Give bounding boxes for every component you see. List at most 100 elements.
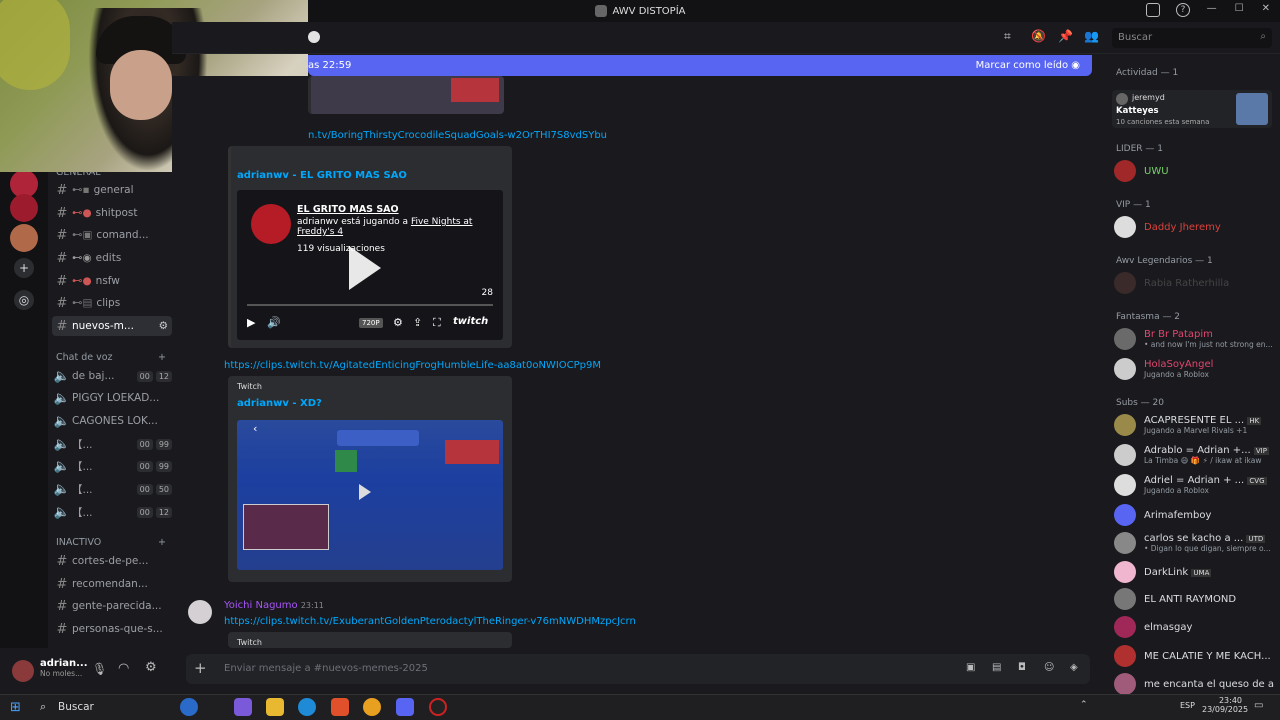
share-icon[interactable]: ⇪ xyxy=(413,316,422,329)
threads-icon[interactable]: ⌗ xyxy=(1004,29,1011,44)
apps-icon[interactable]: ◈ xyxy=(1070,662,1078,673)
language-indicator[interactable]: ESP xyxy=(1180,701,1195,710)
channel-recomendaciones[interactable]: # recomendan... xyxy=(52,574,172,594)
avatar[interactable] xyxy=(188,600,212,624)
clip-link[interactable]: n.tv/BoringThirstyCrocodileSquadGoals-w2… xyxy=(308,130,607,141)
mark-read-button[interactable]: Marcar como leído ◉ xyxy=(976,60,1080,71)
member-item[interactable]: DarkLink UMA xyxy=(1114,559,1274,585)
channel-shitpost[interactable]: # ⊷● shitpost xyxy=(52,203,172,223)
voice-channel[interactable]: 🔈 【... 00 50 xyxy=(52,479,172,499)
explore-icon[interactable]: ◎ xyxy=(14,290,34,310)
member-item[interactable]: Arimafemboy xyxy=(1114,502,1274,528)
speaker-icon: 🔈 xyxy=(53,436,71,452)
windows-start-icon[interactable]: ⊞ xyxy=(10,700,21,715)
add-icon[interactable]: + xyxy=(158,352,166,363)
voice-channel[interactable]: 🔈 CAGONES LOK... xyxy=(52,411,172,431)
add-icon[interactable]: + xyxy=(158,537,166,548)
progress-bar[interactable] xyxy=(247,304,493,306)
video-player[interactable]: EL GRITO MAS SAO adrianwv está jugando a… xyxy=(237,190,503,340)
image-preview[interactable] xyxy=(308,76,504,114)
channel-personas[interactable]: # personas-que-s... xyxy=(52,619,172,639)
play-icon[interactable]: ▶ xyxy=(247,316,255,329)
pin-icon[interactable]: 📌 xyxy=(1058,29,1073,43)
weather-icon[interactable] xyxy=(180,698,198,716)
new-messages-bar[interactable]: as 22:59 Marcar como leído ◉ xyxy=(308,55,1092,76)
member-item[interactable]: elmasgay xyxy=(1114,614,1274,640)
chevron-left-icon[interactable]: ‹ xyxy=(253,422,257,435)
sticker-icon[interactable]: ◘ xyxy=(1018,662,1026,673)
play-icon[interactable] xyxy=(349,246,381,290)
channel-nsfw[interactable]: # ⊷● nsfw xyxy=(52,271,172,291)
voice-channel[interactable]: 🔈 【... 00 12 xyxy=(52,502,172,522)
member-item[interactable]: EL ANTI RAYMOND xyxy=(1114,586,1274,612)
taskbar-search[interactable]: Buscar xyxy=(58,701,94,713)
emoji-icon[interactable]: ☺ xyxy=(1044,662,1054,673)
embed-title[interactable]: adrianwv - EL GRITO MAS SAO xyxy=(237,170,407,181)
minimize-icon[interactable]: — xyxy=(1207,3,1217,14)
member-item[interactable]: carlos se kacho a ... UTD • Digan lo que … xyxy=(1114,530,1274,556)
server-icon[interactable] xyxy=(10,194,38,222)
gif-icon[interactable]: ▤ xyxy=(992,662,1001,673)
voice-channel[interactable]: 🔈 【... 00 99 xyxy=(52,456,172,476)
video-thumbnail[interactable]: ‹ xyxy=(237,420,503,570)
chevron-up-icon[interactable]: ⌃ xyxy=(1080,700,1088,710)
discord-icon[interactable] xyxy=(396,698,414,716)
member-item[interactable]: ME CALATIE Y ME KACH... xyxy=(1114,643,1274,669)
microphone-icon[interactable]: 🎙 xyxy=(92,662,107,676)
server-icon[interactable] xyxy=(10,224,38,252)
play-icon[interactable] xyxy=(359,484,371,500)
member-item[interactable]: HolaSoyAngel Jugando a Roblox xyxy=(1114,356,1274,382)
embed-title[interactable]: adrianwv - XD? xyxy=(237,398,322,409)
add-attachment-icon[interactable]: + xyxy=(194,659,207,677)
gift-icon[interactable]: ▣ xyxy=(966,662,975,673)
activity-card[interactable]: jeremyd Katteyes 10 canciones esta seman… xyxy=(1112,90,1272,128)
member-item[interactable]: Rabia Ratherhilla xyxy=(1114,270,1274,296)
file-explorer-icon[interactable] xyxy=(266,698,284,716)
brave-icon[interactable] xyxy=(331,698,349,716)
channel-gente-parecida[interactable]: # gente-parecida... xyxy=(52,596,172,616)
voice-channel[interactable]: 🔈 de baj... 00 12 xyxy=(52,366,172,386)
channel-edits[interactable]: # ⊷◉ edits xyxy=(52,248,172,268)
category-voice[interactable]: Chat de voz + xyxy=(56,352,166,363)
voice-channel[interactable]: 🔈 【... 00 99 xyxy=(52,434,172,454)
channel-cortes[interactable]: # cortes-de-pe... xyxy=(52,551,172,571)
author-name[interactable]: Yoichi Nagumo xyxy=(224,600,298,611)
quality-badge[interactable]: 720P xyxy=(359,318,383,328)
channel-nuevos-memes[interactable]: # nuevos-m... ⚙ xyxy=(52,316,172,336)
member-item[interactable]: ACÁPRESENTE EL ... HK Jugando a Marvel Ri… xyxy=(1114,412,1274,438)
clip-link[interactable]: https://clips.twitch.tv/ExuberantGoldenP… xyxy=(224,616,636,627)
channel-clips[interactable]: # ⊷▤ clips xyxy=(52,293,172,313)
message-input[interactable]: + Enviar mensaje a #nuevos-memes-2025 ▣ … xyxy=(186,654,1090,684)
notification-off-icon[interactable]: 🔕 xyxy=(1031,29,1046,43)
member-item[interactable]: Adrablo = Adrian +... VIP La Timba 😄 🎁 ⚡ … xyxy=(1114,442,1274,468)
headphones-icon[interactable]: ◠ xyxy=(118,661,129,676)
member-item[interactable]: Adriel = Adrian + ... CVG Jugando a Roblo… xyxy=(1114,472,1274,498)
members-icon[interactable]: 👥 xyxy=(1084,29,1099,43)
category-inactivo[interactable]: INACTIVO + xyxy=(56,537,166,548)
close-icon[interactable]: ✕ xyxy=(1262,3,1270,14)
notification-icon[interactable]: ▭ xyxy=(1254,700,1263,711)
channel-general[interactable]: # ⊷▪ general xyxy=(52,180,172,200)
inbox-icon[interactable] xyxy=(1146,3,1160,17)
volume-icon[interactable]: 🔊 xyxy=(267,316,281,329)
copilot-icon[interactable] xyxy=(234,698,252,716)
settings-icon[interactable]: ⚙ xyxy=(159,320,168,332)
settings-icon[interactable]: ⚙ xyxy=(393,316,403,329)
maximize-icon[interactable]: ☐ xyxy=(1235,3,1244,14)
member-item[interactable]: Daddy Jheremy xyxy=(1114,214,1274,240)
search-input[interactable]: Buscar ⌕ xyxy=(1112,28,1272,48)
chrome-icon[interactable] xyxy=(363,698,381,716)
edge-icon[interactable] xyxy=(298,698,316,716)
channel-comandos[interactable]: # ⊷▣ comand... xyxy=(52,225,172,245)
fullscreen-icon[interactable]: ⛶ xyxy=(433,316,441,330)
settings-icon[interactable]: ⚙ xyxy=(145,660,157,675)
app-icon[interactable] xyxy=(429,698,447,716)
member-item[interactable]: Br Br Patapim • and now I'm just not stro… xyxy=(1114,326,1274,352)
clip-link[interactable]: https://clips.twitch.tv/AgitatedEnticing… xyxy=(224,360,601,371)
clock[interactable]: 23:40 23/09/2025 xyxy=(1202,696,1248,714)
add-server-icon[interactable]: + xyxy=(14,258,34,278)
voice-channel[interactable]: 🔈 PIGGY LOEKAD... xyxy=(52,388,172,408)
member-item[interactable]: UWU xyxy=(1114,158,1274,184)
avatar[interactable] xyxy=(12,660,34,682)
help-icon[interactable]: ? xyxy=(1176,3,1190,17)
